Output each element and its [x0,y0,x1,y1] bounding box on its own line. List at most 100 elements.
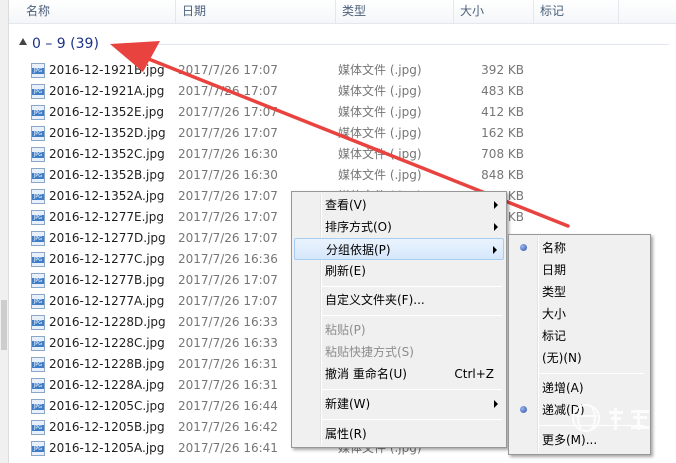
group-by-submenu: 名称 日期 类型 大小 标记 (无)(N) 递增(A) 递减(D) 更多(M).… [508,234,651,455]
column-header-name[interactable]: 名称 [20,0,176,24]
menu-item-view[interactable]: 查看(V) [294,194,504,216]
submenu-item-tags[interactable]: 标记 [511,325,648,347]
submenu-item-descending[interactable]: 递减(D) [511,399,648,421]
file-date: 2017/7/26 16:44 [178,399,278,413]
menu-item-paste-shortcut[interactable]: 粘贴快捷方式(S) [294,341,504,363]
jpg-file-icon [31,126,45,141]
file-name: 2016-12-1277C.jpg [49,252,165,266]
file-size: 162 KB [481,126,524,140]
file-name: 2016-12-1205C.jpg [49,399,165,413]
jpg-file-icon [31,252,45,267]
collapse-triangle-icon[interactable] [19,38,27,45]
menu-item-refresh[interactable]: 刷新(E) [294,260,504,282]
file-name: 2016-12-1228D.jpg [49,315,166,329]
file-name: 2016-12-1352C.jpg [49,147,165,161]
submenu-item-more[interactable]: 更多(M)... [511,429,648,451]
file-name: 2016-12-1277E.jpg [49,210,164,224]
menu-item-paste[interactable]: 粘贴(P) [294,319,504,341]
jpg-file-icon [31,84,45,99]
jpg-file-icon [31,399,45,414]
jpg-file-icon [31,420,45,435]
column-header-type[interactable]: 类型 [336,0,454,24]
file-date: 2017/7/26 16:42 [178,420,278,434]
file-type: 媒体文件 (.jpg) [338,147,422,161]
jpg-file-icon [31,273,45,288]
file-size: 708 KB [481,147,524,161]
file-date: 2017/7/26 16:33 [178,336,278,350]
file-date: 2017/7/26 17:07 [178,210,278,224]
file-type: 媒体文件 (.jpg) [338,105,422,119]
jpg-file-icon [31,105,45,120]
file-row[interactable]: 2016-12-1352E.jpg 2017/7/26 17:07 媒体文件 (.j… [0,102,676,123]
group-header[interactable]: 0 – 9 (39) [9,33,676,55]
column-header-size[interactable]: 大小 [454,0,534,24]
file-row[interactable]: 2016-12-1921B.jpg 2017/7/26 17:07 媒体文件 (.j… [0,60,676,81]
jpg-file-icon [31,294,45,309]
file-name: 2016-12-1352D.jpg [49,126,166,140]
file-name: 2016-12-1205A.jpg [49,441,165,455]
file-type: 媒体文件 (.jpg) [338,63,422,77]
menu-separator [539,425,644,426]
jpg-file-icon [31,168,45,183]
group-title: 0 – 9 (39) [32,36,99,52]
radio-bullet-icon [520,244,527,251]
jpg-file-icon [31,441,45,456]
submenu-arrow-icon [494,223,498,231]
file-row[interactable]: 2016-12-1352C.jpg 2017/7/26 16:30 媒体文件 (.j… [0,144,676,165]
file-name: 2016-12-1277B.jpg [49,273,165,287]
menu-separator [322,315,502,316]
file-size: 392 KB [481,63,524,77]
menu-item-customize-folder[interactable]: 自定义文件夹(F)... [294,289,504,311]
menu-item-undo-rename[interactable]: 撤消 重命名(U) Ctrl+Z [294,363,504,385]
file-date: 2017/7/26 16:31 [178,357,278,371]
submenu-item-date[interactable]: 日期 [511,259,648,281]
menu-item-sort[interactable]: 排序方式(O) [294,216,504,238]
file-row[interactable]: 2016-12-1352B.jpg 2017/7/26 16:30 媒体文件 (.j… [0,165,676,186]
menu-separator [322,286,502,287]
menu-item-properties[interactable]: 属性(R) [294,423,504,445]
context-menu: 查看(V) 排序方式(O) 分组依据(P) 刷新(E) 自定义文件夹(F)...… [291,191,507,448]
file-name: 2016-12-1921B.jpg [49,63,165,77]
file-size: 412 KB [481,105,524,119]
jpg-file-icon [31,147,45,162]
file-name: 2016-12-1228C.jpg [49,336,165,350]
column-header-date[interactable]: 日期 [176,0,336,24]
file-type: 媒体文件 (.jpg) [338,168,422,182]
menu-separator [322,389,502,390]
jpg-file-icon [31,336,45,351]
file-date: 2017/7/26 17:07 [178,273,278,287]
file-name: 2016-12-1352E.jpg [49,105,164,119]
file-date: 2017/7/26 16:33 [178,315,278,329]
submenu-item-name[interactable]: 名称 [511,237,648,259]
file-row[interactable]: 2016-12-1921A.jpg 2017/7/26 17:07 媒体文件 (.j… [0,81,676,102]
file-date: 2017/7/26 17:07 [178,63,278,77]
file-row[interactable]: 2016-12-1352D.jpg 2017/7/26 17:07 媒体文件 (.j… [0,123,676,144]
file-size: 483 KB [481,84,524,98]
column-header-tags[interactable]: 标记 [534,0,619,24]
file-date: 2017/7/26 17:07 [178,84,278,98]
file-name: 2016-12-1205B.jpg [49,420,165,434]
submenu-item-none[interactable]: (无)(N) [511,347,648,369]
menu-separator [322,419,502,420]
file-size: 848 KB [481,168,524,182]
menu-separator [539,373,644,374]
menu-item-group-by[interactable]: 分组依据(P) [294,238,504,260]
file-name: 2016-12-1352B.jpg [49,168,165,182]
file-date: 2017/7/26 17:07 [178,294,278,308]
submenu-item-size[interactable]: 大小 [511,303,648,325]
jpg-file-icon [31,357,45,372]
submenu-arrow-icon [494,201,498,209]
file-name: 2016-12-1921A.jpg [49,84,165,98]
file-date: 2017/7/26 16:36 [178,252,278,266]
file-date: 2017/7/26 16:41 [178,441,278,455]
undo-shortcut: Ctrl+Z [454,367,494,381]
submenu-arrow-icon [493,246,497,254]
radio-bullet-icon [520,406,527,413]
file-date: 2017/7/26 17:07 [178,189,278,203]
file-name: 2016-12-1277D.jpg [49,231,166,245]
file-name: 2016-12-1352A.jpg [49,189,165,203]
submenu-item-type[interactable]: 类型 [511,281,648,303]
jpg-file-icon [31,231,45,246]
submenu-item-ascending[interactable]: 递增(A) [511,377,648,399]
menu-item-new[interactable]: 新建(W) [294,393,504,415]
